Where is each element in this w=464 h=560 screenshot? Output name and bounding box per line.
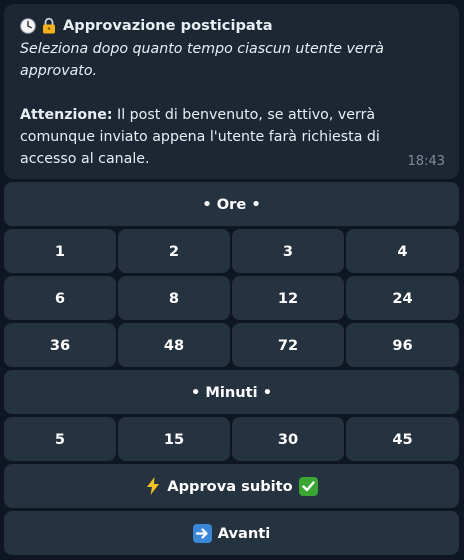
minutes-30-label: 30 bbox=[277, 430, 299, 448]
hours-1-button[interactable]: 1 bbox=[4, 229, 116, 273]
minutes-5-label: 5 bbox=[54, 430, 66, 448]
minutes-5-button[interactable]: 5 bbox=[4, 417, 116, 461]
message-subtitle-line-1: Seleziona dopo quanto tempo ciascun uten… bbox=[20, 41, 384, 57]
hours-24-label: 24 bbox=[392, 289, 413, 307]
hours-48-label: 48 bbox=[163, 336, 185, 354]
minutes-30-button[interactable]: 30 bbox=[232, 417, 344, 461]
hours-8-label: 8 bbox=[168, 289, 180, 307]
approve-now-label: Approva subito bbox=[167, 477, 293, 495]
minutes-header-button[interactable]: • Minuti • bbox=[4, 370, 459, 414]
hours-48-button[interactable]: 48 bbox=[118, 323, 230, 367]
hours-8-button[interactable]: 8 bbox=[118, 276, 230, 320]
message-subtitle-line-2: approvato. bbox=[20, 63, 98, 79]
lock-icon bbox=[43, 17, 55, 34]
hours-12-button[interactable]: 12 bbox=[232, 276, 344, 320]
hours-24-button[interactable]: 24 bbox=[346, 276, 459, 320]
message-subtitle: Seleziona dopo quanto tempo ciascun uten… bbox=[20, 38, 443, 82]
next-button[interactable]: Avanti bbox=[4, 511, 459, 555]
lightning-icon bbox=[145, 477, 161, 495]
minutes-15-button[interactable]: 15 bbox=[118, 417, 230, 461]
message-bubble: Approvazione posticipata Seleziona dopo … bbox=[4, 4, 459, 179]
check-mark-icon bbox=[298, 476, 318, 496]
approve-now-button[interactable]: Approva subito bbox=[4, 464, 459, 508]
chat-view: Approvazione posticipata Seleziona dopo … bbox=[0, 0, 464, 560]
hours-header-button[interactable]: • Ore • bbox=[4, 182, 459, 226]
hours-4-label: 4 bbox=[397, 242, 408, 260]
hours-36-button[interactable]: 36 bbox=[4, 323, 116, 367]
warning-text-1: Il post di benvenuto, se attivo, verrà bbox=[112, 107, 376, 123]
hours-2-button[interactable]: 2 bbox=[118, 229, 230, 273]
message-time: 18:43 bbox=[407, 154, 445, 169]
warning-label: Attenzione: bbox=[20, 107, 113, 123]
message-warning-line-1: Attenzione: Il post di benvenuto, se att… bbox=[20, 104, 443, 126]
message-title: Approvazione posticipata bbox=[63, 16, 273, 34]
hours-4-button[interactable]: 4 bbox=[346, 229, 459, 273]
hours-2-label: 2 bbox=[168, 242, 180, 260]
next-label: Avanti bbox=[217, 524, 271, 542]
hours-3-button[interactable]: 3 bbox=[232, 229, 344, 273]
hours-72-button[interactable]: 72 bbox=[232, 323, 344, 367]
hours-1-label: 1 bbox=[54, 242, 66, 260]
hours-6-button[interactable]: 6 bbox=[4, 276, 116, 320]
message-warning-line-2: comunque inviato appena l'utente farà ri… bbox=[20, 129, 380, 145]
clock-icon bbox=[20, 17, 36, 34]
hours-72-label: 72 bbox=[277, 336, 299, 354]
hours-6-label: 6 bbox=[54, 289, 66, 307]
message-warning-line-3: accesso al canale. bbox=[20, 151, 150, 167]
hours-header-label: • Ore • bbox=[202, 195, 261, 213]
hours-36-label: 36 bbox=[49, 336, 71, 354]
hours-3-label: 3 bbox=[282, 242, 294, 260]
hours-96-button[interactable]: 96 bbox=[346, 323, 459, 367]
right-arrow-icon bbox=[192, 523, 212, 543]
message-title-row: Approvazione posticipata bbox=[20, 13, 443, 38]
minutes-45-button[interactable]: 45 bbox=[346, 417, 459, 461]
hours-96-label: 96 bbox=[392, 336, 413, 354]
minutes-header-label: • Minuti • bbox=[190, 383, 273, 401]
message-warning: Attenzione: Il post di benvenuto, se att… bbox=[20, 104, 443, 170]
minutes-45-label: 45 bbox=[392, 430, 413, 448]
hours-12-label: 12 bbox=[277, 289, 299, 307]
minutes-15-label: 15 bbox=[163, 430, 185, 448]
